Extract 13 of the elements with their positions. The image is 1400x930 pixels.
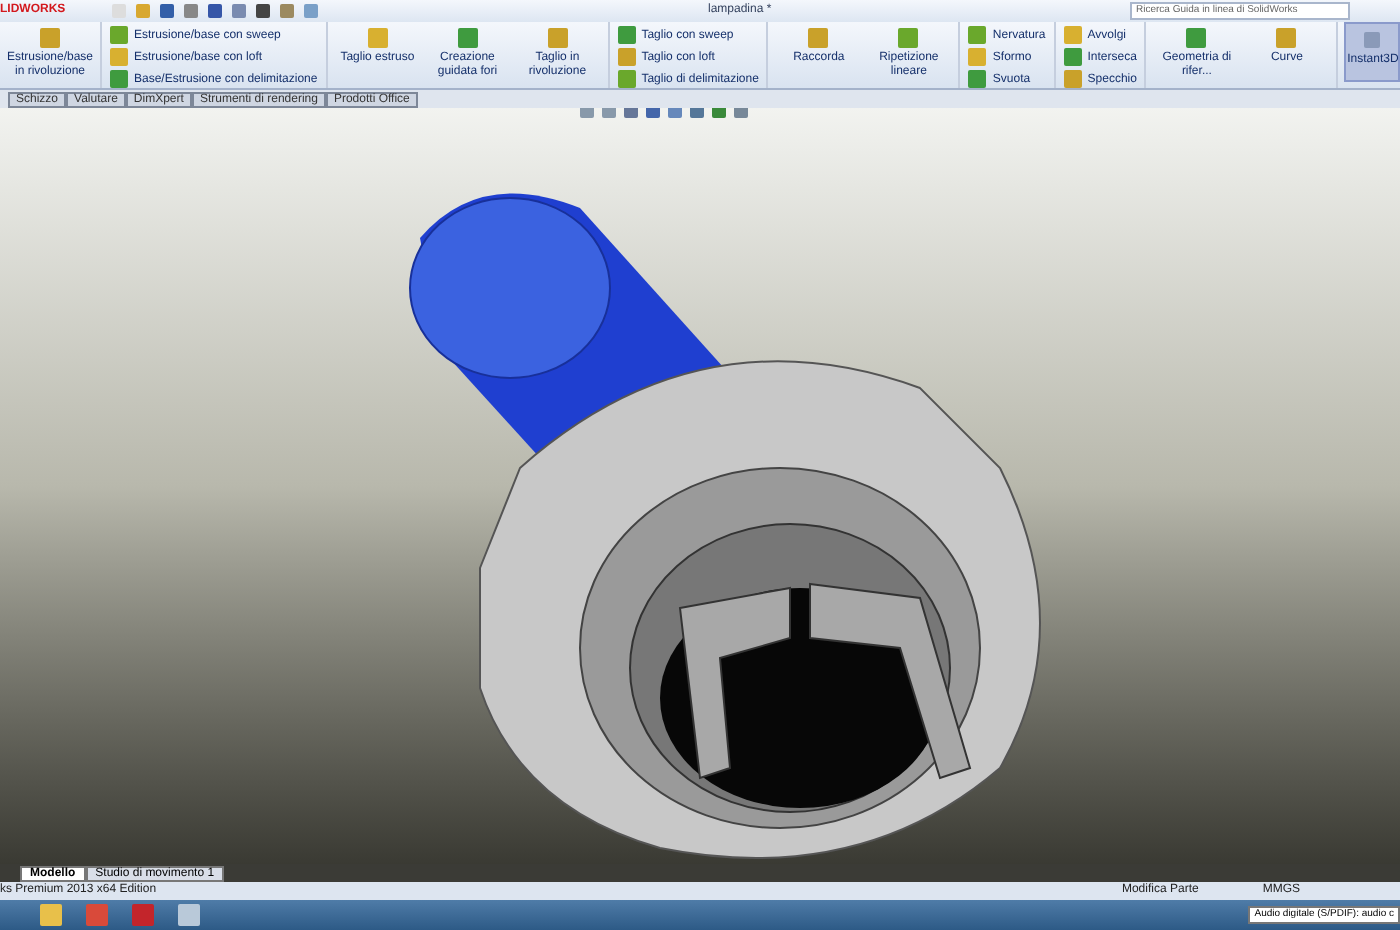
taskbar-app-icon	[40, 904, 62, 926]
feature-icon	[367, 28, 388, 48]
feature-icon	[547, 28, 568, 48]
taskbar-app-icon	[132, 904, 154, 926]
feature-icon	[1276, 28, 1297, 48]
feature-icon	[1364, 32, 1381, 48]
feature-icon	[898, 28, 919, 48]
feature-icon	[40, 28, 60, 48]
taskbar-app-icon	[86, 904, 108, 926]
feature-icon	[808, 28, 829, 48]
feature-icon	[1186, 28, 1207, 48]
taskbar-app-icon	[178, 904, 200, 926]
feature-icon	[457, 28, 478, 48]
